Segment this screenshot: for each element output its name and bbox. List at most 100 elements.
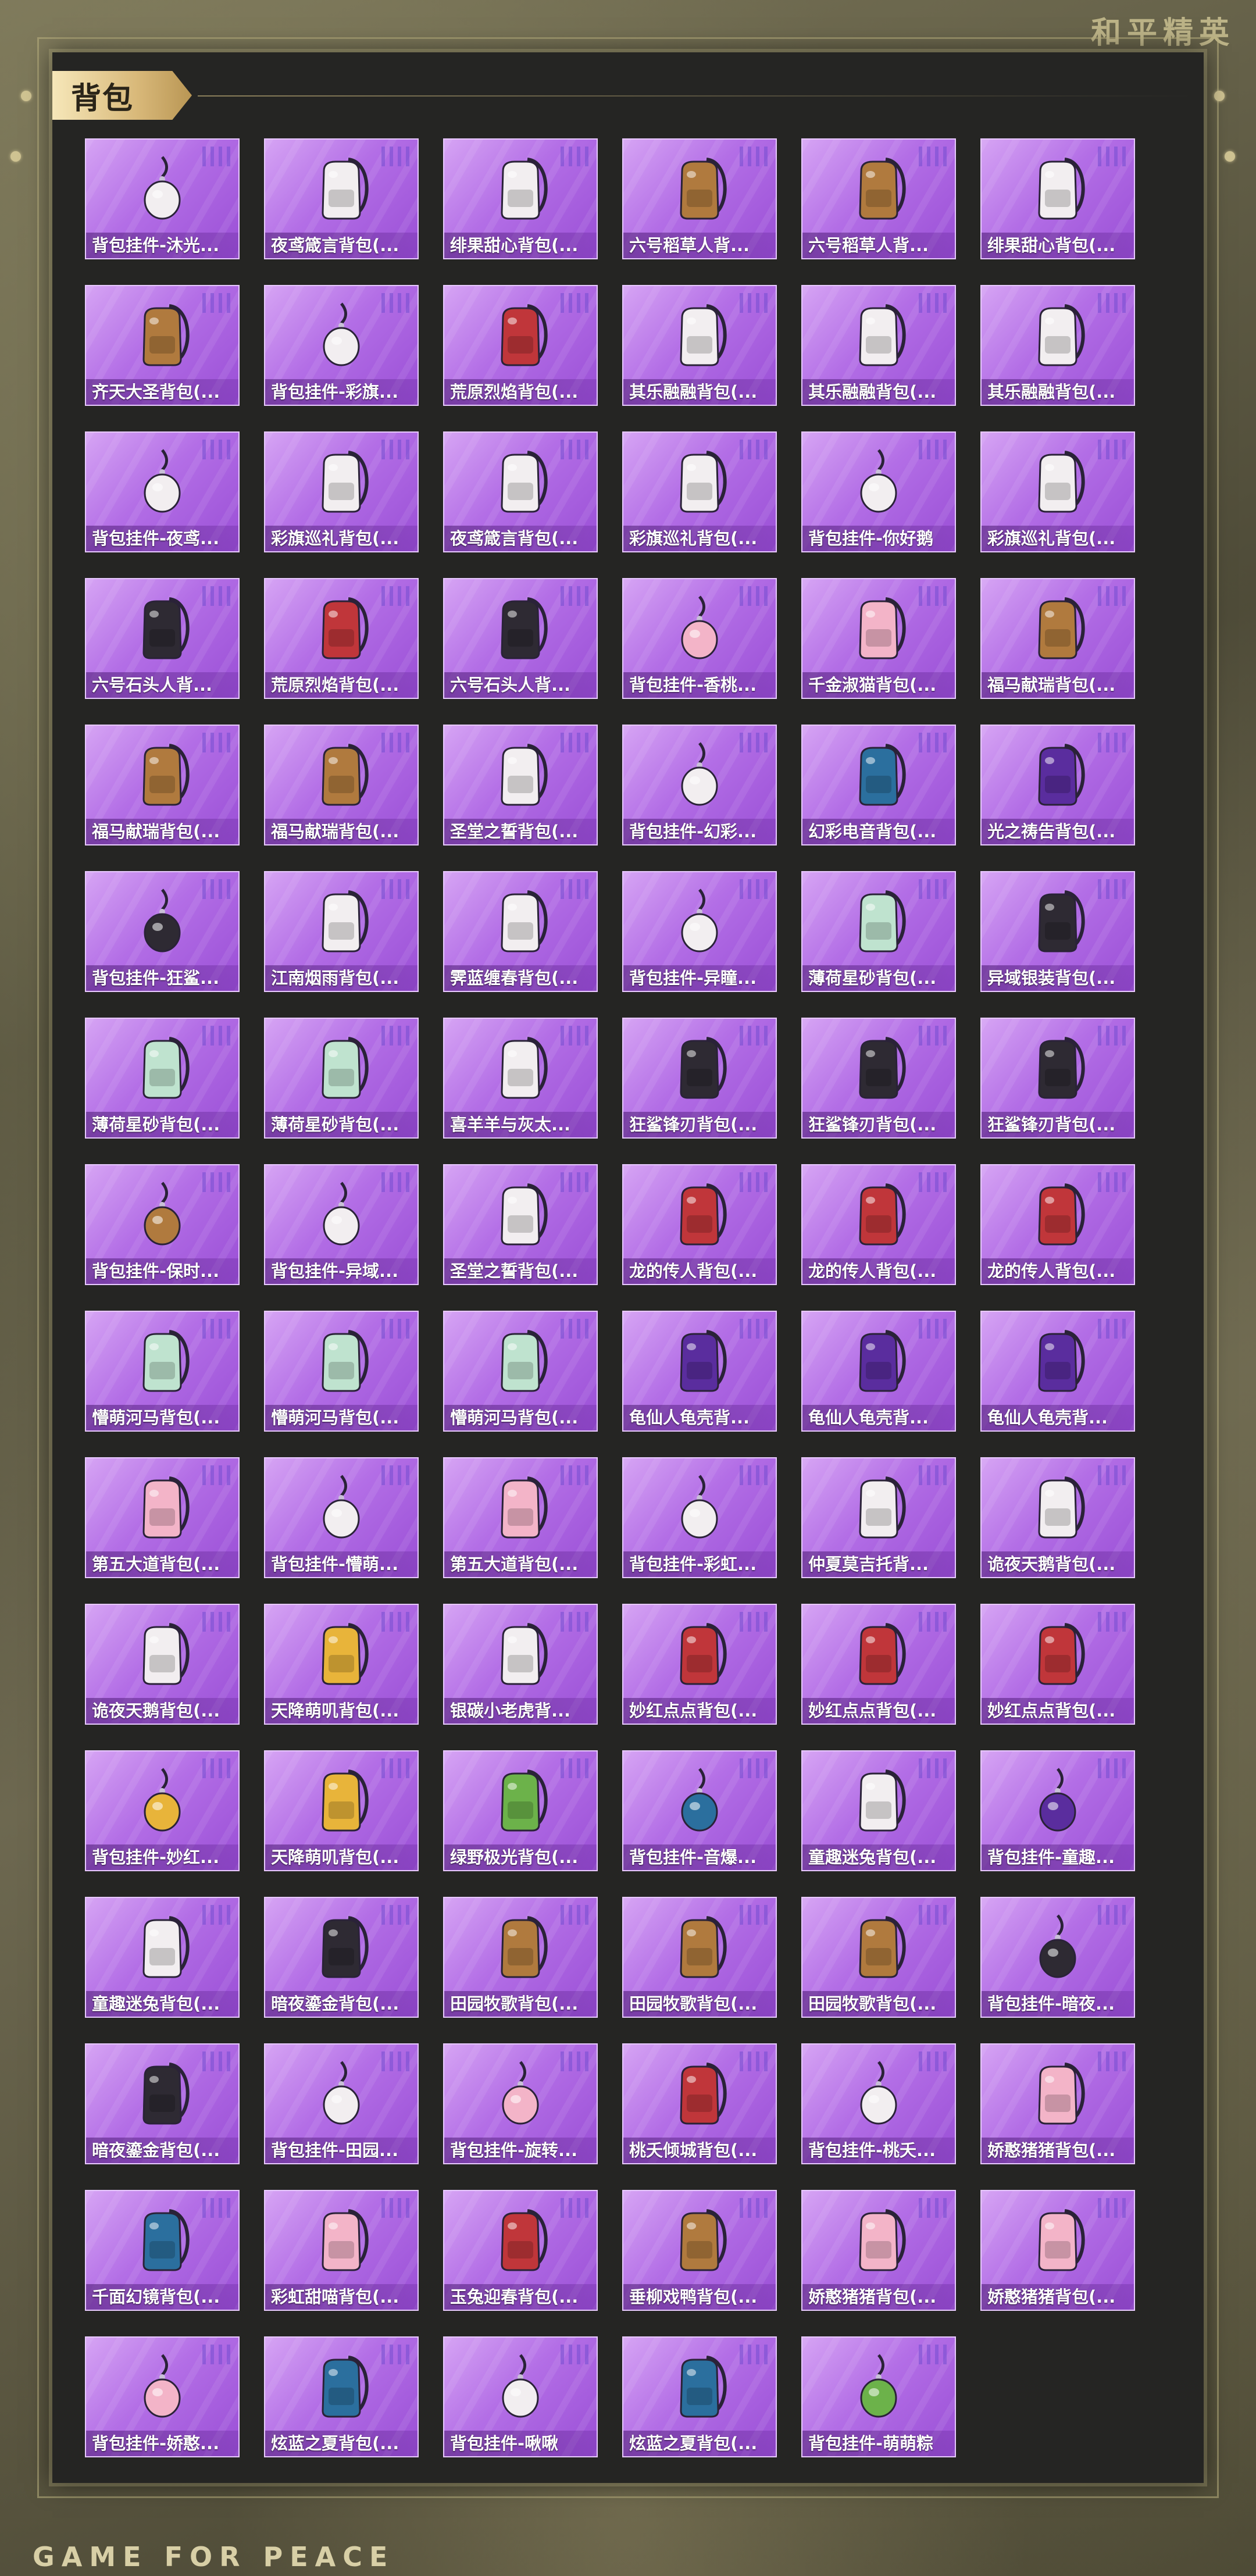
item-card[interactable]: 懵萌河马背包(...: [85, 1311, 240, 1432]
item-card[interactable]: 暗夜鎏金背包(...: [85, 2043, 240, 2164]
item-card[interactable]: 龟仙人龟壳背...: [980, 1311, 1135, 1432]
item-card[interactable]: 齐天大圣背包(...: [85, 285, 240, 406]
item-card[interactable]: 圣堂之誓背包(...: [443, 1164, 598, 1285]
item-card[interactable]: 六号稻草人背...: [622, 138, 777, 259]
item-card[interactable]: 背包挂件-幻彩...: [622, 725, 777, 845]
item-card[interactable]: 福马献瑞背包(...: [85, 725, 240, 845]
item-card[interactable]: 天降萌叽背包(...: [264, 1750, 419, 1871]
item-card[interactable]: 背包挂件-娇憨...: [85, 2336, 240, 2457]
item-card[interactable]: 光之祷告背包(...: [980, 725, 1135, 845]
item-card[interactable]: 背包挂件-萌萌粽: [801, 2336, 956, 2457]
item-card[interactable]: 娇憨猪猪背包(...: [980, 2190, 1135, 2311]
rarity-stripes: [202, 147, 230, 166]
item-card[interactable]: 垂柳戏鸭背包(...: [622, 2190, 777, 2311]
item-card[interactable]: 妙红点点背包(...: [622, 1604, 777, 1725]
item-card[interactable]: 异域银装背包(...: [980, 871, 1135, 992]
item-card[interactable]: 背包挂件-田园...: [264, 2043, 419, 2164]
item-card[interactable]: 娇憨猪猪背包(...: [801, 2190, 956, 2311]
item-card[interactable]: 诡夜天鹅背包(...: [85, 1604, 240, 1725]
item-card[interactable]: 狂鲨锋刃背包(...: [980, 1018, 1135, 1139]
item-card[interactable]: 背包挂件-桃夭...: [801, 2043, 956, 2164]
item-card[interactable]: 天降萌叽背包(...: [264, 1604, 419, 1725]
item-card[interactable]: 福马献瑞背包(...: [980, 578, 1135, 699]
item-card[interactable]: 田园牧歌背包(...: [801, 1897, 956, 2018]
item-card[interactable]: 桃夭倾城背包(...: [622, 2043, 777, 2164]
item-card[interactable]: 童趣迷兔背包(...: [801, 1750, 956, 1871]
item-card[interactable]: 第五大道背包(...: [443, 1457, 598, 1578]
item-card[interactable]: 喜羊羊与灰太...: [443, 1018, 598, 1139]
item-card[interactable]: 荒原烈焰背包(...: [443, 285, 598, 406]
item-card[interactable]: 背包挂件-狂鲨...: [85, 871, 240, 992]
item-card[interactable]: 炫蓝之夏背包(...: [622, 2336, 777, 2457]
item-card[interactable]: 江南烟雨背包(...: [264, 871, 419, 992]
item-card[interactable]: 龙的传人背包(...: [801, 1164, 956, 1285]
item-card[interactable]: 背包挂件-保时...: [85, 1164, 240, 1285]
item-card[interactable]: 圣堂之誓背包(...: [443, 725, 598, 845]
item-card[interactable]: 薄荷星砂背包(...: [85, 1018, 240, 1139]
item-card[interactable]: 荒原烈焰背包(...: [264, 578, 419, 699]
item-card[interactable]: 狂鲨锋刃背包(...: [801, 1018, 956, 1139]
item-card[interactable]: 玉兔迎春背包(...: [443, 2190, 598, 2311]
item-card[interactable]: 绯果甜心背包(...: [443, 138, 598, 259]
item-card[interactable]: 薄荷星砂背包(...: [264, 1018, 419, 1139]
item-card[interactable]: 田园牧歌背包(...: [443, 1897, 598, 2018]
item-card[interactable]: 银碳小老虎背...: [443, 1604, 598, 1725]
item-card[interactable]: 童趣迷兔背包(...: [85, 1897, 240, 2018]
item-card[interactable]: 霁蓝缠春背包(...: [443, 871, 598, 992]
item-card[interactable]: 六号石头人背...: [443, 578, 598, 699]
horse-backpack-icon: [306, 740, 376, 809]
item-card[interactable]: 背包挂件-沐光...: [85, 138, 240, 259]
item-card[interactable]: 诡夜天鹅背包(...: [980, 1457, 1135, 1578]
item-card[interactable]: 背包挂件-妙红...: [85, 1750, 240, 1871]
item-card[interactable]: 彩虹甜喵背包(...: [264, 2190, 419, 2311]
item-card[interactable]: 背包挂件-你好鹅: [801, 431, 956, 552]
item-card[interactable]: 六号稻草人背...: [801, 138, 956, 259]
item-card[interactable]: 背包挂件-异域...: [264, 1164, 419, 1285]
item-card[interactable]: 龙的传人背包(...: [980, 1164, 1135, 1285]
item-card[interactable]: 娇憨猪猪背包(...: [980, 2043, 1135, 2164]
item-card[interactable]: 炫蓝之夏背包(...: [264, 2336, 419, 2457]
item-card[interactable]: 龟仙人龟壳背...: [801, 1311, 956, 1432]
item-card[interactable]: 龟仙人龟壳背...: [622, 1311, 777, 1432]
item-card[interactable]: 千面幻镜背包(...: [85, 2190, 240, 2311]
item-card[interactable]: 绿野极光背包(...: [443, 1750, 598, 1871]
item-card[interactable]: 千金淑猫背包(...: [801, 578, 956, 699]
item-card[interactable]: 绯果甜心背包(...: [980, 138, 1135, 259]
item-card[interactable]: 背包挂件-异瞳...: [622, 871, 777, 992]
item-card[interactable]: 背包挂件-童趣...: [980, 1750, 1135, 1871]
item-card[interactable]: 懵萌河马背包(...: [264, 1311, 419, 1432]
yellow-backpack-icon: [306, 1619, 376, 1689]
item-card[interactable]: 彩旗巡礼背包(...: [622, 431, 777, 552]
item-card[interactable]: 狂鲨锋刃背包(...: [622, 1018, 777, 1139]
item-card[interactable]: 懵萌河马背包(...: [443, 1311, 598, 1432]
item-card[interactable]: 田园牧歌背包(...: [622, 1897, 777, 2018]
item-card[interactable]: 薄荷星砂背包(...: [801, 871, 956, 992]
item-card[interactable]: 幻彩电音背包(...: [801, 725, 956, 845]
item-card[interactable]: 背包挂件-彩旗...: [264, 285, 419, 406]
item-card[interactable]: 妙红点点背包(...: [980, 1604, 1135, 1725]
item-card[interactable]: 福马献瑞背包(...: [264, 725, 419, 845]
item-card[interactable]: 背包挂件-啾啾: [443, 2336, 598, 2457]
item-card[interactable]: 背包挂件-旋转...: [443, 2043, 598, 2164]
item-card[interactable]: 其乐融融背包(...: [801, 285, 956, 406]
item-card[interactable]: 第五大道背包(...: [85, 1457, 240, 1578]
rarity-stripes: [1098, 2198, 1126, 2218]
item-card[interactable]: 仲夏莫吉托背...: [801, 1457, 956, 1578]
item-card[interactable]: 龙的传人背包(...: [622, 1164, 777, 1285]
item-card[interactable]: 夜鸢箴言背包(...: [264, 138, 419, 259]
item-card[interactable]: 其乐融融背包(...: [980, 285, 1135, 406]
item-card[interactable]: 妙红点点背包(...: [801, 1604, 956, 1725]
item-card[interactable]: 彩旗巡礼背包(...: [264, 431, 419, 552]
item-card[interactable]: 夜鸢箴言背包(...: [443, 431, 598, 552]
item-card[interactable]: 六号石头人背...: [85, 578, 240, 699]
item-card[interactable]: 背包挂件-夜鸢...: [85, 431, 240, 552]
item-card[interactable]: 背包挂件-懵萌...: [264, 1457, 419, 1578]
item-card[interactable]: 彩旗巡礼背包(...: [980, 431, 1135, 552]
rarity-stripes: [740, 586, 768, 606]
item-card[interactable]: 背包挂件-香桃...: [622, 578, 777, 699]
item-card[interactable]: 背包挂件-彩虹...: [622, 1457, 777, 1578]
item-card[interactable]: 背包挂件-音爆...: [622, 1750, 777, 1871]
item-card[interactable]: 其乐融融背包(...: [622, 285, 777, 406]
item-card[interactable]: 背包挂件-暗夜...: [980, 1897, 1135, 2018]
item-card[interactable]: 暗夜鎏金背包(...: [264, 1897, 419, 2018]
